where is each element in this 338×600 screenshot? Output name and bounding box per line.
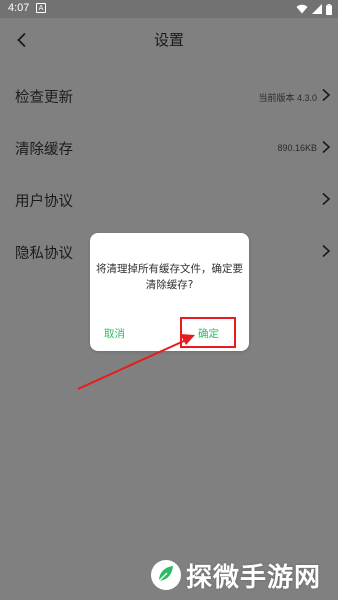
- confirm-highlight-box: [180, 317, 236, 348]
- status-icons: [296, 2, 332, 16]
- dialog-message: 将清理掉所有缓存文件，确定要清除缓存?: [96, 263, 243, 291]
- header: 设置: [0, 18, 338, 62]
- notification-badge: A: [36, 3, 46, 13]
- chevron-right-icon: [322, 244, 331, 258]
- chevron-right-icon: [322, 140, 331, 154]
- signal-icon: [312, 4, 322, 14]
- status-time: 4:07: [8, 2, 30, 14]
- settings-item-user-agreement[interactable]: 用户协议: [0, 174, 338, 226]
- settings-item-clear-cache[interactable]: 清除缓存 890.16KB: [0, 122, 338, 174]
- cancel-button[interactable]: 取消: [104, 326, 125, 341]
- chevron-right-icon: [322, 88, 331, 102]
- watermark: 探微手游网: [150, 552, 336, 598]
- wifi-icon: [296, 4, 308, 14]
- battery-icon: [326, 3, 332, 15]
- settings-item-label: 检查更新: [15, 90, 73, 106]
- page-title: 设置: [153, 31, 184, 49]
- watermark-text: 探微手游网: [186, 562, 322, 593]
- settings-item-label: 用户协议: [15, 194, 73, 210]
- status-bar: 4:07 A: [0, 0, 338, 18]
- version-value: 当前版本 4.3.0: [258, 93, 317, 103]
- cache-size-value: 890.16KB: [277, 143, 317, 153]
- watermark-logo-icon: [151, 560, 181, 590]
- settings-item-label: 清除缓存: [15, 142, 73, 158]
- settings-item-label: 隐私协议: [15, 246, 73, 262]
- settings-item-check-update[interactable]: 检查更新 当前版本 4.3.0: [0, 70, 338, 122]
- chevron-right-icon: [322, 192, 331, 206]
